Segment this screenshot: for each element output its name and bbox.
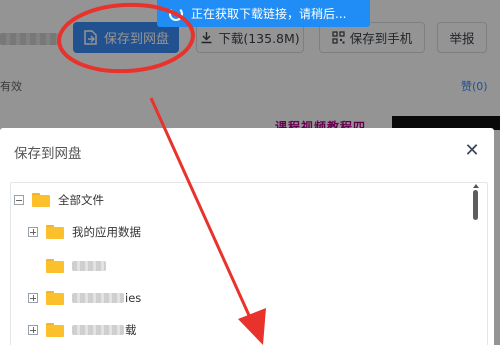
tree-scrollbar[interactable] — [471, 182, 481, 345]
tree-node-blurred-3[interactable]: 载 — [28, 320, 137, 340]
loading-spinner-icon — [169, 6, 183, 21]
folder-icon — [32, 193, 50, 207]
close-icon[interactable]: ✕ — [462, 141, 482, 161]
expand-toggle-icon[interactable] — [28, 325, 38, 335]
blurred-folder-name — [72, 261, 106, 271]
save-to-cloud-dialog: 保存到网盘 ✕ 全部文件 我的应用数据 ies 载 — [0, 128, 494, 345]
folder-icon — [46, 291, 64, 305]
expand-toggle-icon[interactable] — [28, 227, 38, 237]
tree-node-label: 我的应用数据 — [72, 225, 141, 239]
expand-toggle-icon[interactable] — [28, 293, 38, 303]
tree-node-root[interactable]: 全部文件 — [14, 190, 104, 210]
tree-node-label: 全部文件 — [58, 193, 104, 207]
folder-icon — [46, 323, 64, 337]
loading-toast: 正在获取下载链接，请稍后... — [157, 0, 370, 27]
collapse-toggle-icon[interactable] — [14, 195, 24, 205]
tree-node-label: ies — [125, 291, 142, 305]
tree-node-blurred-2[interactable]: ies — [28, 288, 141, 308]
toast-message: 正在获取下载链接，请稍后... — [191, 7, 347, 21]
scroll-up-arrow-icon[interactable] — [473, 184, 479, 188]
blurred-folder-name — [72, 293, 124, 303]
scroll-thumb[interactable] — [473, 190, 478, 220]
dialog-title: 保存到网盘 — [14, 146, 82, 162]
tree-node-blurred-1[interactable] — [46, 256, 106, 276]
folder-icon — [46, 225, 64, 239]
folder-icon — [46, 259, 64, 273]
blurred-folder-name — [72, 325, 124, 335]
tree-node-label: 载 — [125, 323, 137, 337]
tree-node-app-data[interactable]: 我的应用数据 — [28, 222, 141, 242]
